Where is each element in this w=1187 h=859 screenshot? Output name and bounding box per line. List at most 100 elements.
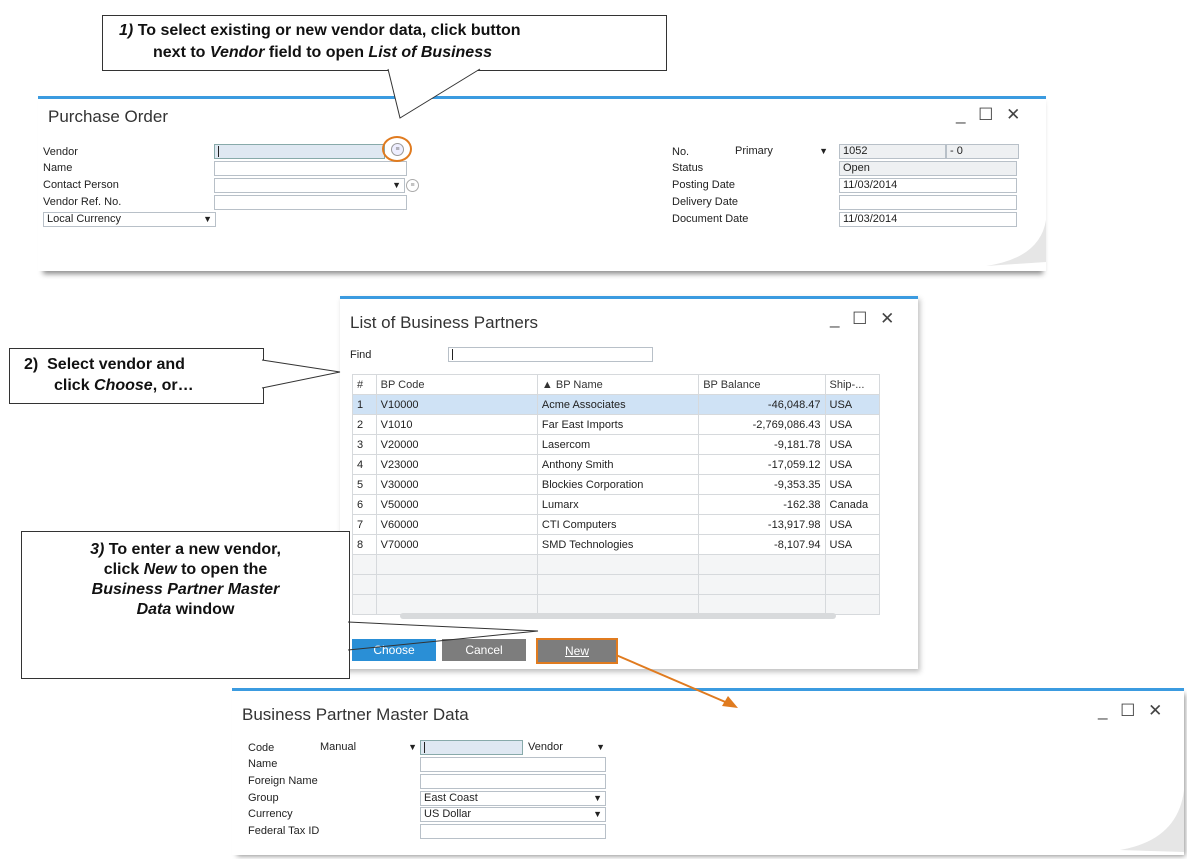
contact-person-select[interactable]: ▼ xyxy=(214,178,405,193)
empty-cell xyxy=(536,594,700,615)
callout-1-text: next to xyxy=(153,44,210,61)
bp-code-cell: V50000 xyxy=(375,494,538,515)
bp-list-window: List of Business Partners _ ☐ ✕ Find # B… xyxy=(340,296,918,669)
empty-cell xyxy=(698,554,826,575)
table-row[interactable]: 7 V60000 CTI Computers -13,917.98 USA xyxy=(352,514,881,535)
vendor-ref-input[interactable] xyxy=(214,195,407,210)
foreign-name-input[interactable] xyxy=(420,774,606,789)
callout-1-em-list: List of Business xyxy=(368,44,492,61)
empty-cell xyxy=(824,594,881,615)
vendor-label: Vendor xyxy=(43,146,78,158)
bp-balance-cell: -8,107.94 xyxy=(698,534,826,555)
chevron-down-icon: ▼ xyxy=(819,146,828,156)
callout-2-number: 2) xyxy=(24,356,39,373)
code-label: Code xyxy=(248,742,275,754)
ship-to-cell: USA xyxy=(824,434,881,455)
name-input[interactable] xyxy=(214,161,407,176)
find-input[interactable] xyxy=(448,347,653,362)
bp-master-window-controls[interactable]: _ ☐ ✕ xyxy=(1098,701,1166,721)
group-label: Group xyxy=(248,792,279,804)
empty-cell xyxy=(352,594,377,615)
empty-cell xyxy=(375,574,538,595)
row-index: 8 xyxy=(352,534,377,555)
horizontal-scrollbar[interactable] xyxy=(400,613,836,619)
currency-select-bp[interactable]: US Dollar ▼ xyxy=(420,807,606,822)
callout-3-line1: To enter a new vendor, xyxy=(108,541,281,558)
row-index: 2 xyxy=(352,414,377,435)
document-number: 1052 xyxy=(839,144,946,159)
bp-list-title: List of Business Partners xyxy=(350,313,539,332)
federal-tax-input[interactable] xyxy=(420,824,606,839)
bp-balance-cell: -17,059.12 xyxy=(698,454,826,475)
choose-button[interactable]: Choose xyxy=(352,639,436,661)
col-bp-balance[interactable]: BP Balance xyxy=(698,374,826,395)
bp-list-window-controls[interactable]: _ ☐ ✕ xyxy=(830,309,898,329)
bp-name-cell: Acme Associates xyxy=(536,394,700,415)
contact-person-label: Contact Person xyxy=(43,179,119,191)
bp-master-window: Business Partner Master Data _ ☐ ✕ Code … xyxy=(232,688,1184,855)
col-ship-to[interactable]: Ship-... xyxy=(824,374,881,395)
table-row[interactable]: 1 V10000 Acme Associates -46,048.47 USA xyxy=(352,394,881,415)
document-number-suffix: - 0 xyxy=(946,144,1019,159)
bp-name-cell: SMD Technologies xyxy=(536,534,700,555)
bp-type-select[interactable]: Vendor ▼ xyxy=(524,740,609,755)
new-button[interactable]: New xyxy=(536,638,618,664)
currency-select[interactable]: Local Currency ▼ xyxy=(43,212,216,227)
document-date-label: Document Date xyxy=(672,213,749,225)
bp-code-cell: V60000 xyxy=(375,514,538,535)
bp-code-input[interactable] xyxy=(420,740,523,755)
row-index: 6 xyxy=(352,494,377,515)
table-row[interactable]: 8 V70000 SMD Technologies -8,107.94 USA xyxy=(352,534,881,555)
vendor-input[interactable] xyxy=(214,144,385,159)
callout-step-3: 3) To enter a new vendor, click New to o… xyxy=(21,531,350,679)
empty-cell xyxy=(352,554,377,575)
document-date-input[interactable]: 11/03/2014 xyxy=(839,212,1017,227)
chevron-down-icon: ▼ xyxy=(203,214,212,224)
col-index[interactable]: # xyxy=(352,374,377,395)
callout-1-number: 1) xyxy=(119,22,134,39)
ship-to-cell: Canada xyxy=(824,494,881,515)
bp-name-input[interactable] xyxy=(420,757,606,772)
empty-cell xyxy=(824,554,881,575)
bp-name-cell: CTI Computers xyxy=(536,514,700,535)
callout-1-text-mid: field to open xyxy=(264,44,369,61)
series-select[interactable]: Primary ▼ xyxy=(731,144,832,159)
row-index: 1 xyxy=(352,394,377,415)
posting-date-input[interactable]: 11/03/2014 xyxy=(839,178,1017,193)
series-value: Primary xyxy=(735,145,773,157)
contact-link-icon[interactable]: ≡ xyxy=(406,179,419,192)
bp-table-header: # BP Code ▲ BP Name BP Balance Ship-... xyxy=(352,374,881,395)
group-select[interactable]: East Coast ▼ xyxy=(420,791,606,806)
col-bp-code[interactable]: BP Code xyxy=(375,374,538,395)
table-row[interactable]: 4 V23000 Anthony Smith -17,059.12 USA xyxy=(352,454,881,475)
code-mode-select[interactable]: Manual ▼ xyxy=(316,740,421,755)
callout-2-text: click xyxy=(54,377,95,394)
group-value: East Coast xyxy=(424,792,478,804)
chevron-down-icon: ▼ xyxy=(593,809,602,819)
col-bp-name[interactable]: ▲ BP Name xyxy=(536,374,700,395)
ship-to-cell: USA xyxy=(824,534,881,555)
callout-step-2: 2) Select vendor and click Choose, or… xyxy=(9,348,264,404)
cancel-button[interactable]: Cancel xyxy=(442,639,526,661)
currency-value: US Dollar xyxy=(424,808,472,820)
table-row[interactable]: 5 V30000 Blockies Corporation -9,353.35 USA xyxy=(352,474,881,495)
empty-cell xyxy=(375,554,538,575)
federal-tax-label: Federal Tax ID xyxy=(248,825,320,837)
callout-2-em-choose: Choose xyxy=(94,377,153,394)
row-index: 5 xyxy=(352,474,377,495)
callout-step-1: 1) To select existing or new vendor data… xyxy=(102,15,667,71)
table-row[interactable]: 2 V1010 Far East Imports -2,769,086.43 USA xyxy=(352,414,881,435)
new-button-label: New xyxy=(564,644,589,658)
chevron-down-icon: ▼ xyxy=(392,180,401,190)
delivery-date-input[interactable] xyxy=(839,195,1017,210)
purchase-order-window-controls[interactable]: _ ☐ ✕ xyxy=(956,105,1024,125)
text-caret xyxy=(424,742,425,753)
text-caret xyxy=(452,349,453,360)
chevron-down-icon: ▼ xyxy=(596,742,605,752)
bp-balance-cell: -46,048.47 xyxy=(698,394,826,415)
table-row[interactable]: 3 V20000 Lasercom -9,181.78 USA xyxy=(352,434,881,455)
table-row[interactable]: 6 V50000 Lumarx -162.38 Canada xyxy=(352,494,881,515)
row-index: 7 xyxy=(352,514,377,535)
empty-cell xyxy=(698,574,826,595)
bp-table: # BP Code ▲ BP Name BP Balance Ship-... … xyxy=(352,374,881,615)
